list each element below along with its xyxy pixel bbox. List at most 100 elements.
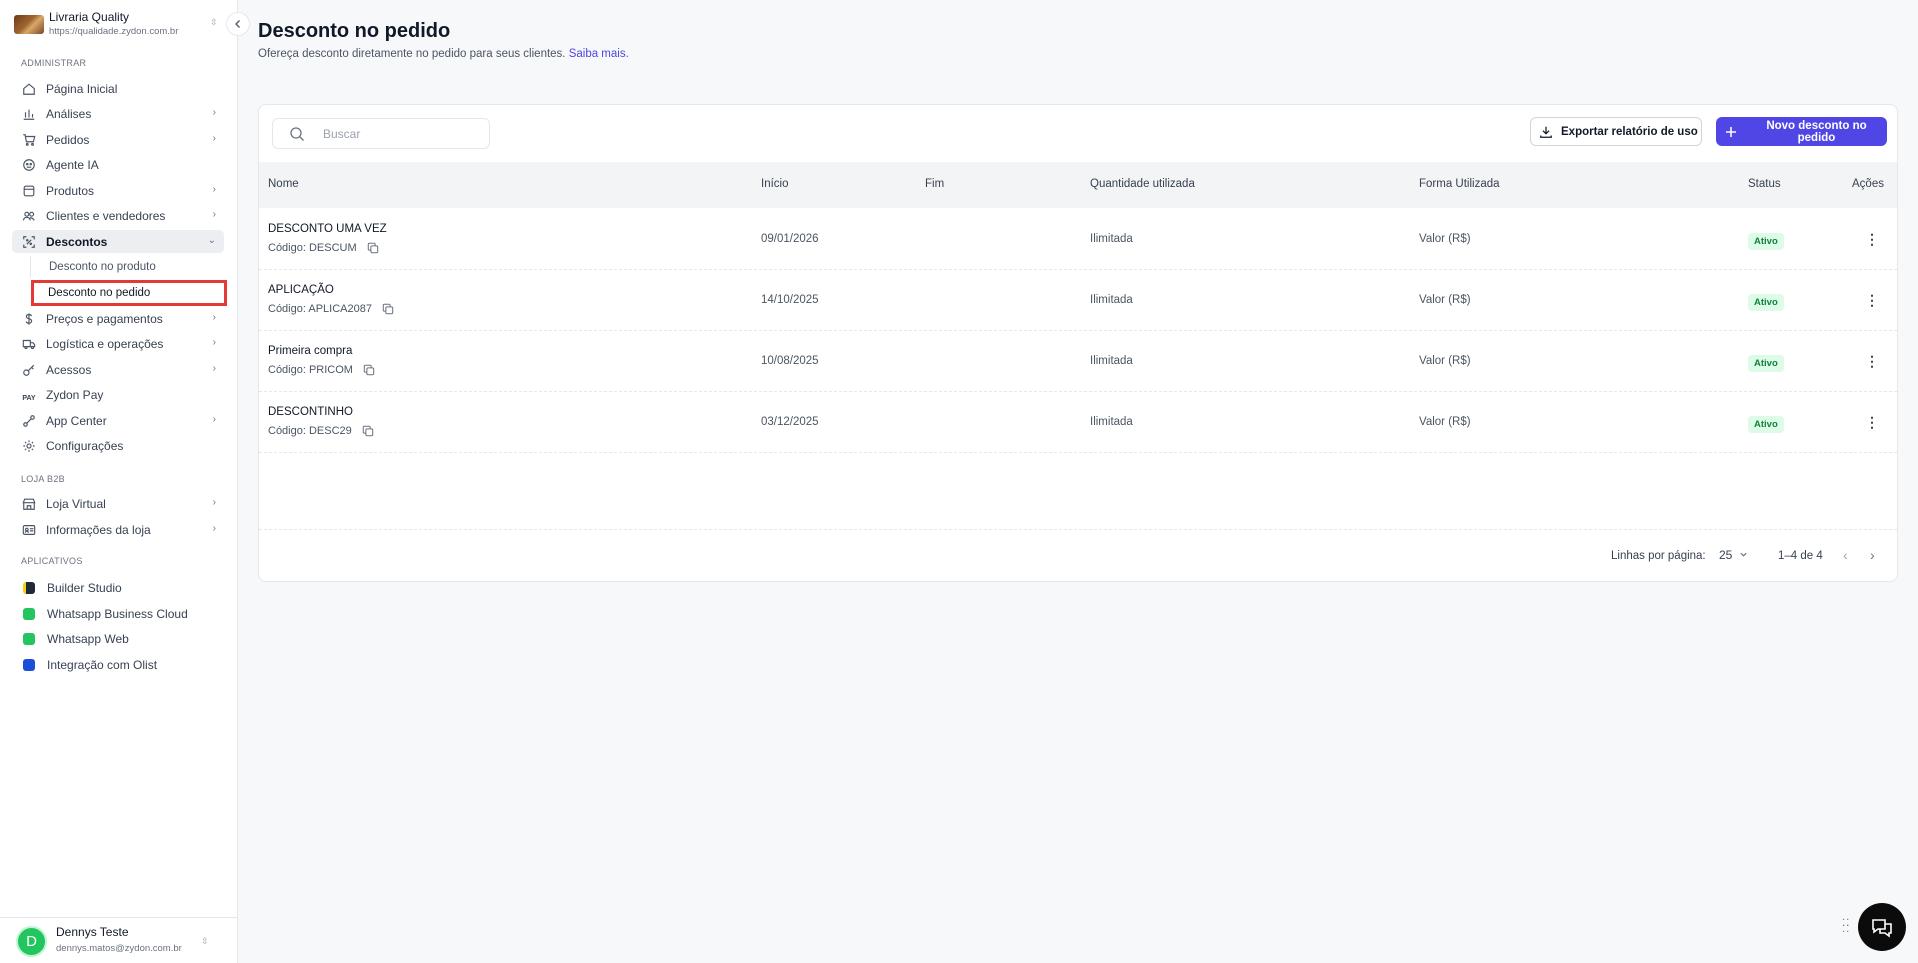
- store-name: Livraria Quality: [49, 10, 130, 24]
- sidebar-item-loja-virtual[interactable]: Loja Virtual ›: [12, 492, 224, 515]
- more-actions-icon[interactable]: ⋮: [1862, 351, 1882, 371]
- export-report-label: Exportar relatório de uso: [1561, 125, 1698, 138]
- sidebar-item-zydon-pay[interactable]: PAY Zydon Pay: [12, 383, 224, 406]
- users-icon: [22, 209, 36, 223]
- quantity-used: Ilimitada: [1090, 294, 1133, 306]
- discount-name: Primeira compra: [268, 345, 353, 357]
- chevron-right-icon: ›: [212, 497, 216, 508]
- sidebar-item-produtos[interactable]: Produtos ›: [12, 179, 224, 202]
- column-header-nome[interactable]: Nome: [268, 178, 299, 190]
- discount-name: APLICAÇÃO: [268, 284, 334, 296]
- discount-code-text: Código: DESCUM: [268, 242, 357, 254]
- app-builder-studio[interactable]: Builder Studio: [12, 576, 224, 599]
- sidebar-subitem-desconto-produto[interactable]: Desconto no produto: [30, 256, 156, 278]
- chevron-right-icon: ›: [212, 209, 216, 220]
- rows-per-page-label: Linhas por página:: [1611, 550, 1706, 562]
- copy-icon[interactable]: [363, 364, 375, 376]
- table-row[interactable]: APLICAÇÃO Código: APLICA2087 14/10/2025 …: [259, 270, 1897, 331]
- page-title: Desconto no pedido: [258, 20, 451, 42]
- form-used: Valor (R$): [1419, 294, 1471, 306]
- sidebar-item-precos-pagamentos[interactable]: Preços e pagamentos ›: [12, 307, 224, 330]
- sidebar-item-configuracoes[interactable]: Configurações: [12, 434, 224, 457]
- column-header-quantidade[interactable]: Quantidade utilizada: [1090, 178, 1195, 190]
- column-header-status[interactable]: Status: [1748, 178, 1781, 190]
- discount-code-text: Código: APLICA2087: [268, 303, 372, 315]
- sidebar-item-acessos[interactable]: Acessos ›: [12, 358, 224, 381]
- quantity-used: Ilimitada: [1090, 416, 1133, 428]
- previous-page-button[interactable]: ‹: [1843, 547, 1848, 563]
- sidebar-subitem-label: Desconto no produto: [49, 261, 156, 273]
- app-whatsapp-business-cloud[interactable]: Whatsapp Business Cloud: [12, 602, 224, 625]
- home-icon: [22, 82, 36, 96]
- new-discount-button[interactable]: Novo desconto no pedido: [1716, 117, 1887, 146]
- more-actions-icon[interactable]: ⋮: [1862, 290, 1882, 310]
- column-header-forma[interactable]: Forma Utilizada: [1419, 178, 1500, 190]
- truck-icon: [22, 337, 36, 351]
- sidebar-item-pagina-inicial[interactable]: Página Inicial: [12, 77, 224, 100]
- rows-per-page-select[interactable]: 25: [1719, 548, 1748, 562]
- user-name: Dennys Teste: [56, 925, 129, 939]
- page-subtitle: Ofereça desconto diretamente no pedido p…: [258, 48, 629, 60]
- sidebar-item-label: Agente IA: [46, 157, 99, 172]
- form-used: Valor (R$): [1419, 355, 1471, 367]
- chevron-right-icon: ›: [212, 184, 216, 195]
- table-row[interactable]: DESCONTINHO Código: DESC29 03/12/2025 Il…: [259, 392, 1897, 453]
- copy-icon[interactable]: [382, 303, 394, 315]
- next-page-button[interactable]: ›: [1870, 547, 1875, 563]
- sidebar-item-label: Configurações: [46, 438, 124, 453]
- sidebar-item-label: App Center: [46, 413, 107, 428]
- learn-more-link[interactable]: Saiba mais.: [569, 48, 629, 60]
- search-input[interactable]: [323, 126, 473, 141]
- sidebar-item-agente-ia[interactable]: Agente IA: [12, 153, 224, 176]
- user-menu[interactable]: D Dennys Teste dennys.matos@zydon.com.br…: [0, 917, 238, 963]
- sidebar-item-pedidos[interactable]: Pedidos ›: [12, 128, 224, 151]
- sidebar-item-clientes-vendedores[interactable]: Clientes e vendedores ›: [12, 204, 224, 227]
- collapse-sidebar-button[interactable]: [226, 12, 250, 36]
- cart-icon: [22, 133, 36, 147]
- sidebar-item-informacoes-loja[interactable]: Informações da loja ›: [12, 518, 224, 541]
- sidebar-item-app-center[interactable]: App Center ›: [12, 409, 224, 432]
- sidebar-item-descontos[interactable]: Descontos ⌄: [12, 230, 224, 253]
- chevron-right-icon: ›: [212, 133, 216, 144]
- status-badge: Ativo: [1748, 416, 1784, 433]
- app-whatsapp-web[interactable]: Whatsapp Web: [12, 627, 224, 650]
- search-box[interactable]: [272, 118, 490, 149]
- table-row[interactable]: Primeira compra Código: PRICOM 10/08/202…: [259, 331, 1897, 392]
- column-header-inicio[interactable]: Início: [761, 178, 789, 190]
- chat-support-button[interactable]: [1858, 903, 1906, 951]
- chat-icon: [1872, 919, 1892, 938]
- copy-icon[interactable]: [362, 425, 374, 437]
- quantity-used: Ilimitada: [1090, 355, 1133, 367]
- export-report-button[interactable]: Exportar relatório de uso: [1530, 117, 1702, 146]
- app-integracao-olist[interactable]: Integração com Olist: [12, 653, 224, 676]
- sidebar-item-label: Página Inicial: [46, 81, 118, 96]
- store-icon: [22, 497, 36, 511]
- table-row[interactable]: DESCONTO UMA VEZ Código: DESCUM 09/01/20…: [259, 209, 1897, 270]
- drag-handle-icon[interactable]: ⁚⁚ ⁚⁚: [1842, 919, 1850, 939]
- download-icon: [1539, 125, 1553, 139]
- chevron-right-icon: ›: [212, 107, 216, 118]
- user-menu-toggle-icon[interactable]: ⇳: [201, 936, 209, 947]
- discount-code: Código: DESC29: [268, 425, 374, 437]
- more-actions-icon[interactable]: ⋮: [1862, 412, 1882, 432]
- store-switcher[interactable]: Livraria Quality https://qualidade.zydon…: [14, 10, 224, 40]
- more-actions-icon[interactable]: ⋮: [1862, 229, 1882, 249]
- sidebar-item-logistica[interactable]: Logística e operações ›: [12, 332, 224, 355]
- sidebar-item-label: Loja Virtual: [46, 496, 106, 511]
- discount-name: DESCONTO UMA VEZ: [268, 223, 387, 235]
- plus-icon: [1724, 125, 1738, 139]
- new-discount-label: Novo desconto no pedido: [1766, 119, 1867, 144]
- sidebar-subitem-desconto-pedido[interactable]: Desconto no pedido: [31, 280, 227, 306]
- sidebar-item-analises[interactable]: Análises ›: [12, 102, 224, 125]
- sidebar-item-label: Produtos: [46, 183, 95, 198]
- pay-icon: PAY: [22, 395, 36, 402]
- olist-icon: [23, 658, 35, 671]
- store-logo: [14, 15, 44, 34]
- form-used: Valor (R$): [1419, 416, 1471, 428]
- column-header-fim[interactable]: Fim: [925, 178, 944, 190]
- copy-icon[interactable]: [367, 242, 379, 254]
- chevron-down-icon: ⌄: [207, 235, 216, 246]
- builder-studio-icon: [23, 581, 35, 594]
- sidebar-item-label: Acessos: [46, 362, 92, 377]
- store-switch-icon[interactable]: ⇳: [210, 17, 218, 28]
